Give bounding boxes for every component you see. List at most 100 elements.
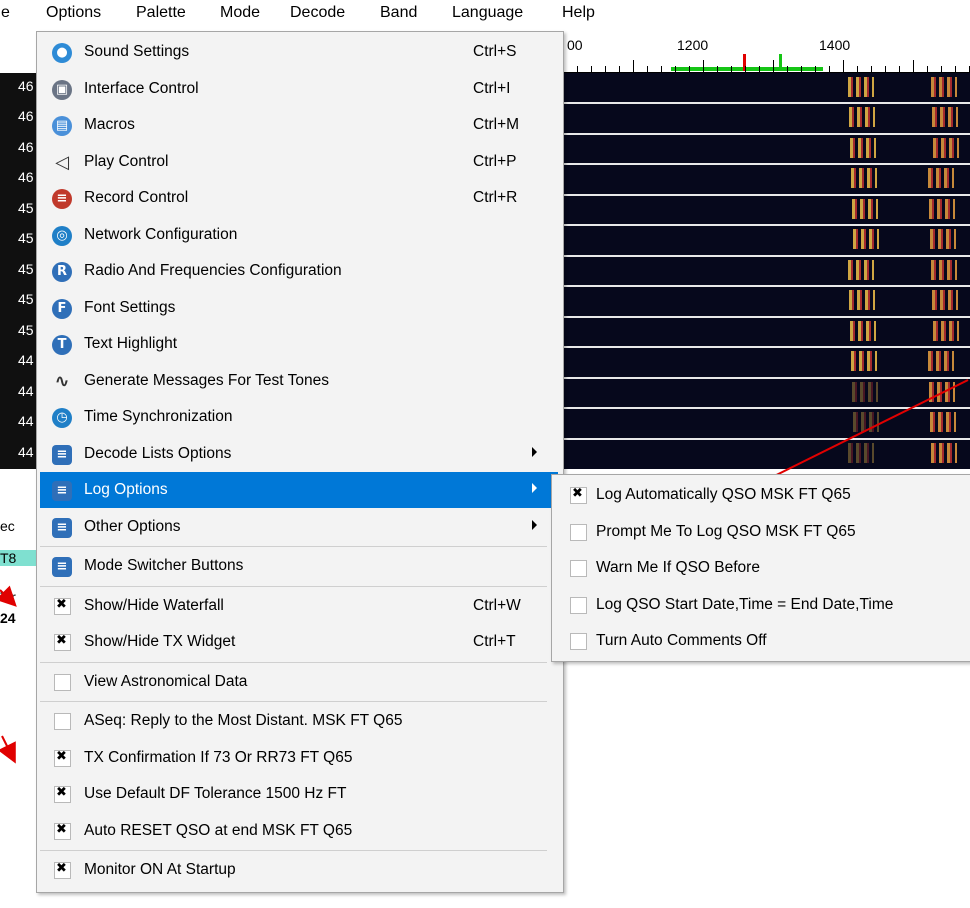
menu-item-label: Decode Lists Options	[84, 444, 232, 462]
menu-item-label: Turn Auto Comments Off	[596, 632, 767, 649]
menu-item-label: Show/Hide TX Widget	[84, 633, 236, 650]
submenu-item-log-qso-start-date-time-end-date-time[interactable]: Log QSO Start Date,Time = End Date,Time	[555, 587, 967, 623]
menu-item-use-default-df-tolerance-1500-hz-ft[interactable]: Use Default DF Tolerance 1500 Hz FT	[40, 776, 558, 812]
menu-separator	[40, 661, 547, 663]
menu-item-label: Text Highlight	[84, 335, 178, 352]
menu-item-label: Log QSO Start Date,Time = End Date,Time	[596, 595, 894, 613]
submenu-item-prompt-me-to-log-qso-msk-ft-q65[interactable]: Prompt Me To Log QSO MSK FT Q65	[555, 514, 967, 550]
submenu-arrow-icon	[532, 446, 537, 457]
submenu-item-turn-auto-comments-off[interactable]: Turn Auto Comments Off	[555, 623, 967, 659]
menu-item-tx-confirmation-if-73-or-rr73-ft-q65[interactable]: TX Confirmation If 73 Or RR73 FT Q65	[40, 740, 558, 776]
checkbox-warn-me-if-qso-before[interactable]	[570, 560, 587, 577]
globe-icon: ◎	[52, 225, 72, 246]
submenu-arrow-icon	[532, 483, 537, 493]
menu-item-aseq-reply-to-the-most-distant-msk-ft-q65[interactable]: ASeq: Reply to the Most Distant. MSK FT …	[40, 703, 558, 739]
menu-item-label: Monitor ON At Startup	[84, 861, 236, 878]
menu-item-generate-messages-for-test-tones[interactable]: ∿ Generate Messages For Test Tones	[40, 363, 558, 399]
menu-item-label: Warn Me If QSO Before	[596, 559, 760, 576]
menu-separator	[40, 585, 547, 587]
menu-item-label: Font Settings	[84, 298, 176, 316]
macros-icon: ▤	[52, 116, 72, 136]
sine-wave-icon: ∿	[54, 370, 70, 392]
submenu-item-log-automatically-qso-msk-ft-q65[interactable]: Log Automatically QSO MSK FT Q65	[555, 477, 967, 513]
menu-item-label: Prompt Me To Log QSO MSK FT Q65	[596, 522, 856, 540]
menu-item-macros[interactable]: ▤ Macros Ctrl+M	[40, 107, 558, 143]
menu-item-log-options[interactable]: ≡ Log Options	[40, 472, 558, 508]
menu-item-monitor-on-at-startup[interactable]: Monitor ON At Startup	[40, 852, 558, 888]
menu-item-show-hide-tx-widget[interactable]: Show/Hide TX Widget Ctrl+T	[40, 624, 558, 660]
list-icon: ≡	[52, 481, 72, 501]
menu-item-shortcut: Ctrl+I	[473, 79, 511, 97]
list-icon: ≡	[52, 557, 72, 577]
menu-item-label: Log Options	[84, 481, 168, 498]
checkbox-auto-reset-qso-at-end-msk-ft-q65[interactable]	[54, 822, 71, 840]
menu-item-label: Sound Settings	[84, 43, 190, 60]
checkbox-show-hide-tx-widget[interactable]	[54, 633, 71, 651]
menu-item-label: Interface Control	[84, 79, 199, 97]
checkbox-log-qso-start-date-time-end-date-time[interactable]	[570, 596, 587, 614]
menu-item-mode-switcher-buttons[interactable]: ≡ Mode Switcher Buttons	[40, 548, 558, 584]
log-options-submenu: Log Automatically QSO MSK FT Q65 Prompt M…	[551, 474, 970, 662]
checkbox-log-automatically-qso-msk-ft-q65[interactable]	[570, 486, 587, 504]
menu-item-shortcut: Ctrl+T	[473, 633, 516, 650]
menu-item-play-control[interactable]: ◁ Play Control Ctrl+P	[40, 144, 558, 180]
checkbox-view-astronomical-data[interactable]	[54, 673, 71, 691]
letter-f-icon: F	[52, 298, 72, 319]
menu-item-interface-control[interactable]: ▣ Interface Control Ctrl+I	[40, 71, 558, 107]
menu-item-label: Show/Hide Waterfall	[84, 596, 224, 614]
menu-item-shortcut: Ctrl+S	[473, 43, 517, 60]
menu-item-label: Auto RESET QSO at end MSK FT Q65	[84, 821, 353, 839]
menu-item-font-settings[interactable]: F Font Settings	[40, 290, 558, 326]
letter-t-icon: T	[52, 335, 72, 355]
menu-item-shortcut: Ctrl+W	[473, 596, 521, 614]
menu-separator	[40, 546, 547, 547]
submenu-item-warn-me-if-qso-before[interactable]: Warn Me If QSO Before	[555, 550, 967, 586]
menu-item-view-astronomical-data[interactable]: View Astronomical Data	[40, 664, 558, 700]
checkbox-tx-confirmation-if-73-or-rr73-ft-q65[interactable]	[54, 749, 71, 767]
menu-separator	[40, 850, 547, 851]
checkbox-show-hide-waterfall[interactable]	[54, 597, 71, 615]
menu-item-label: Generate Messages For Test Tones	[84, 371, 329, 389]
menu-item-label: Mode Switcher Buttons	[84, 557, 244, 574]
menu-item-label: Time Synchronization	[84, 408, 233, 425]
menu-item-label: Record Control	[84, 189, 189, 206]
menu-item-text-highlight[interactable]: T Text Highlight	[40, 326, 558, 362]
menu-item-shortcut: Ctrl+R	[473, 189, 518, 206]
menu-item-time-synchronization[interactable]: ◷ Time Synchronization	[40, 399, 558, 435]
checkbox-use-default-df-tolerance-1500-hz-ft[interactable]	[54, 785, 71, 803]
menu-item-sound-settings[interactable]: ● Sound Settings Ctrl+S	[40, 34, 558, 70]
menu-separator	[40, 701, 547, 702]
menu-item-label: Use Default DF Tolerance 1500 Hz FT	[84, 785, 347, 802]
menu-item-radio-and-frequencies-configuration[interactable]: R Radio And Frequencies Configuration	[40, 253, 558, 289]
menu-item-label: View Astronomical Data	[84, 672, 248, 690]
menu-item-network-configuration[interactable]: ◎ Network Configuration	[40, 217, 558, 253]
menu-item-label: Network Configuration	[84, 225, 238, 243]
clock-sync-icon: ◷	[52, 408, 72, 428]
menu-item-show-hide-waterfall[interactable]: Show/Hide Waterfall Ctrl+W	[40, 588, 558, 624]
menu-item-label: Log Automatically QSO MSK FT Q65	[596, 486, 851, 503]
menu-item-label: ASeq: Reply to the Most Distant. MSK FT …	[84, 712, 403, 729]
record-control-icon: ≡	[52, 189, 72, 209]
checkbox-monitor-on-at-startup[interactable]	[54, 861, 71, 879]
menu-item-label: TX Confirmation If 73 Or RR73 FT Q65	[84, 748, 353, 766]
menu-item-decode-lists-options[interactable]: ≡ Decode Lists Options	[40, 436, 558, 472]
options-menu: ● Sound Settings Ctrl+S ▣ Interface Control C…	[36, 31, 564, 893]
list-icon: ≡	[52, 444, 72, 465]
menu-item-label: Play Control	[84, 152, 169, 170]
list-icon: ≡	[52, 517, 72, 538]
checkbox-turn-auto-comments-off[interactable]	[570, 633, 587, 650]
menu-item-shortcut: Ctrl+M	[473, 116, 520, 133]
speaker-icon: ◁	[55, 151, 69, 173]
menu-item-label: Radio And Frequencies Configuration	[84, 262, 342, 279]
menu-item-label: Macros	[84, 116, 135, 133]
menu-item-record-control[interactable]: ≡ Record Control Ctrl+R	[40, 180, 558, 216]
checkbox-aseq-reply-to-the-most-distant-msk-ft-q65[interactable]	[54, 713, 71, 730]
sound-settings-icon: ●	[52, 43, 72, 63]
menu-item-auto-reset-qso-at-end-msk-ft-q65[interactable]: Auto RESET QSO at end MSK FT Q65	[40, 813, 558, 849]
submenu-arrow-icon	[532, 519, 537, 530]
checkbox-prompt-me-to-log-qso-msk-ft-q65[interactable]	[570, 523, 587, 541]
menu-item-shortcut: Ctrl+P	[473, 152, 517, 170]
menu-item-label: Other Options	[84, 517, 181, 535]
menu-item-other-options[interactable]: ≡ Other Options	[40, 509, 558, 545]
interface-control-icon: ▣	[52, 79, 72, 100]
